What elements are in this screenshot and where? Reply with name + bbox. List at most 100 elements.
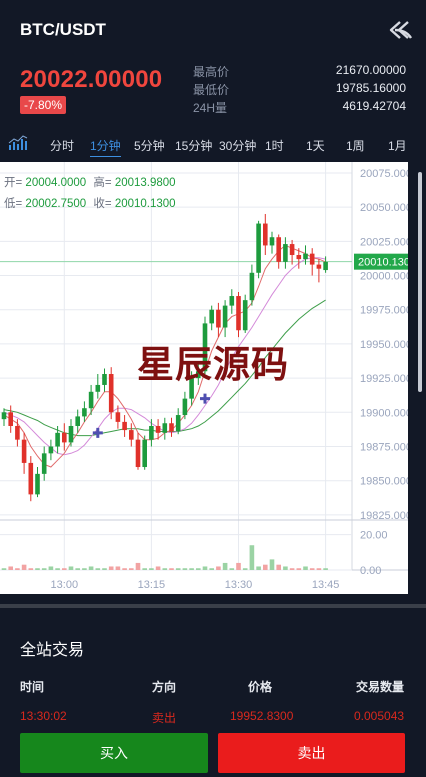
candle-body <box>115 412 121 422</box>
interval-tab-1d[interactable]: 1天 <box>306 137 325 154</box>
time-tick-label: 13:30 <box>225 579 253 591</box>
volume-bar <box>135 562 141 570</box>
crosshair-marker <box>92 427 103 438</box>
volume-bar <box>296 568 302 570</box>
candle-body <box>249 272 255 301</box>
volume-bar <box>1 568 7 570</box>
volume-bar <box>276 564 281 570</box>
price-tick-label: 19975.0000 <box>360 305 408 317</box>
trade-page: BTC/USDT 20022.00000 -7.80% 最高价 21670.00… <box>0 0 426 777</box>
candle-body <box>229 296 235 306</box>
volume-bar <box>82 568 87 570</box>
candle-body <box>82 408 87 417</box>
interval-bar: 分时 1分钟 5分钟 15分钟 30分钟 1时 1天 1周 1月 <box>0 128 426 160</box>
candle-body <box>122 421 127 431</box>
volume-bar <box>229 568 235 570</box>
volume-bar <box>48 566 54 570</box>
close-label-chart: 收= <box>93 198 112 210</box>
volume-bar <box>283 566 288 570</box>
volume-bar <box>242 568 248 570</box>
candle-body <box>263 223 268 246</box>
ticker-summary: 20022.00000 -7.80% 最高价 21670.00000 最低价 1… <box>0 60 426 122</box>
candle-body <box>175 415 181 432</box>
volume-value: 4619.42704 <box>342 99 406 113</box>
volume-bar <box>88 566 94 570</box>
last-price: 20022.00000 <box>20 66 163 93</box>
header: BTC/USDT <box>0 0 426 60</box>
candle-body <box>129 430 134 440</box>
interval-tab-5m[interactable]: 5分钟 <box>134 137 165 154</box>
candle-body <box>41 453 47 474</box>
candle-body <box>48 446 54 454</box>
pair-title: BTC/USDT <box>20 20 106 39</box>
depth-chart-icon[interactable] <box>8 135 28 151</box>
interval-tab-1w[interactable]: 1周 <box>346 137 365 154</box>
volume-bar <box>8 566 13 570</box>
trades-header-price: 价格 <box>248 680 273 694</box>
candle-body <box>75 416 80 426</box>
volume-label: 24H量 <box>193 101 228 115</box>
candle-body <box>283 244 288 262</box>
crosshair-marker <box>200 393 210 404</box>
candle-body <box>135 439 141 468</box>
candle-body <box>256 223 261 273</box>
price-tick-label: 19900.0000 <box>360 407 408 419</box>
ohlc-row-2: 低= 20002.7500 收= 20010.1300 <box>4 195 176 211</box>
candle-body <box>149 425 154 440</box>
candle-body <box>28 462 34 495</box>
low-value: 19785.16000 <box>335 81 406 95</box>
candle-body <box>8 412 13 426</box>
interval-tab-1m[interactable]: 1分钟 <box>90 137 121 157</box>
volume-bar <box>236 562 241 570</box>
candle-body <box>296 255 302 260</box>
candle-body <box>102 374 107 385</box>
candle-body <box>62 432 67 443</box>
candle-body <box>88 391 94 409</box>
watermark: 星辰源码 <box>137 342 289 386</box>
candle-body <box>276 237 281 262</box>
buy-button[interactable]: 买入 <box>20 733 208 773</box>
price-tick-label: 19950.0000 <box>360 339 408 351</box>
candle-body <box>323 261 328 271</box>
volume-bar <box>256 566 261 570</box>
volume-bar <box>175 568 181 570</box>
candle-body <box>309 253 315 265</box>
volume-bar <box>21 564 27 570</box>
candle-body <box>216 309 221 328</box>
candle-body <box>269 237 275 246</box>
volume-bar <box>62 568 67 570</box>
volume-bar <box>162 568 168 570</box>
chart-scrollbar[interactable] <box>418 172 422 392</box>
volume-bar <box>289 568 295 570</box>
time-tick-label: 13:15 <box>138 579 166 591</box>
volume-bar <box>35 568 40 570</box>
current-price-tag: 20010.1300 <box>358 257 408 269</box>
sell-button[interactable]: 卖出 <box>218 733 405 773</box>
volume-bar <box>216 566 221 570</box>
volume-bar <box>202 566 208 570</box>
trades-header-time: 时间 <box>20 680 45 694</box>
candle-body <box>35 473 40 495</box>
trades-header-side: 方向 <box>152 680 177 694</box>
volume-bar <box>249 545 255 570</box>
interval-tab-1h[interactable]: 1时 <box>265 137 284 154</box>
candle-body <box>236 296 241 331</box>
double-arrow-back-icon[interactable] <box>386 18 414 42</box>
volume-bar <box>28 568 34 570</box>
volume-bar <box>209 568 214 570</box>
candle-body <box>162 423 168 433</box>
candle-body <box>1 412 7 420</box>
volume-bar <box>316 568 322 570</box>
open-value: 20004.0000 <box>25 177 87 189</box>
interval-tab-1mo[interactable]: 1月 <box>388 137 407 154</box>
high-label: 最高价 <box>193 65 230 79</box>
interval-tab-15m[interactable]: 15分钟 <box>175 137 212 154</box>
candle-body <box>222 305 228 328</box>
trade-time: 13:30:02 <box>20 709 67 723</box>
candle-body <box>289 244 295 256</box>
volume-bar <box>269 559 275 570</box>
interval-tab-30m[interactable]: 30分钟 <box>219 137 256 154</box>
candle-body <box>169 423 174 432</box>
interval-tab-timeline[interactable]: 分时 <box>50 137 74 154</box>
volume-bar <box>41 568 47 570</box>
